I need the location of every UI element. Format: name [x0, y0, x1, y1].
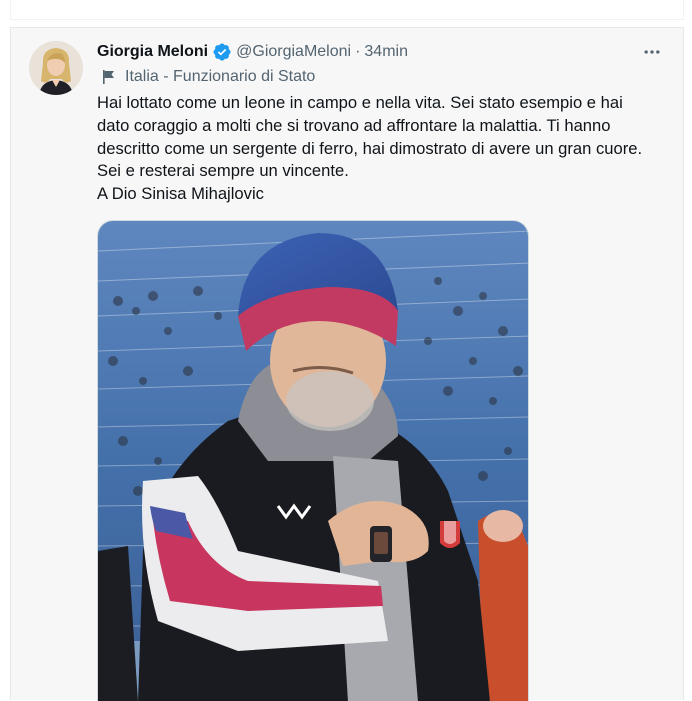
previous-tweet-card[interactable]	[10, 0, 684, 20]
tweet-text-line: A Dio Sinisa Mihajlovic	[97, 184, 264, 204]
author-name[interactable]: Giorgia Meloni	[97, 43, 208, 61]
timestamp[interactable]: 34min	[364, 43, 408, 61]
tweet-text-line: Hai lottato come un leone in campo e nel…	[97, 93, 623, 112]
tweet-text-line: dato coraggio a molti che si trovano ad …	[97, 115, 611, 135]
tweet-text: Hai lottato come un leone in campo e nel…	[97, 92, 667, 206]
account-label-text: Italia - Funzionario di Stato	[125, 68, 316, 85]
account-label[interactable]: Italia - Funzionario di Stato	[101, 66, 315, 88]
avatar[interactable]	[29, 41, 83, 95]
tweet-header: Giorgia Meloni @GiorgiaMeloni · 34min	[97, 40, 408, 64]
more-icon[interactable]	[639, 40, 665, 64]
tweet-text-line: Sei e resterai sempre un vincente.	[97, 161, 349, 181]
tweet-card[interactable]: Giorgia Meloni @GiorgiaMeloni · 34min It…	[10, 27, 684, 701]
tweet-photo[interactable]	[97, 220, 529, 701]
separator-dot: ·	[355, 43, 361, 60]
tweet-text-line: descritto come un sergente di ferro, hai…	[97, 138, 643, 158]
flag-icon	[101, 69, 117, 85]
author-handle[interactable]: @GiorgiaMeloni	[236, 43, 351, 61]
verified-badge-icon	[212, 42, 232, 62]
